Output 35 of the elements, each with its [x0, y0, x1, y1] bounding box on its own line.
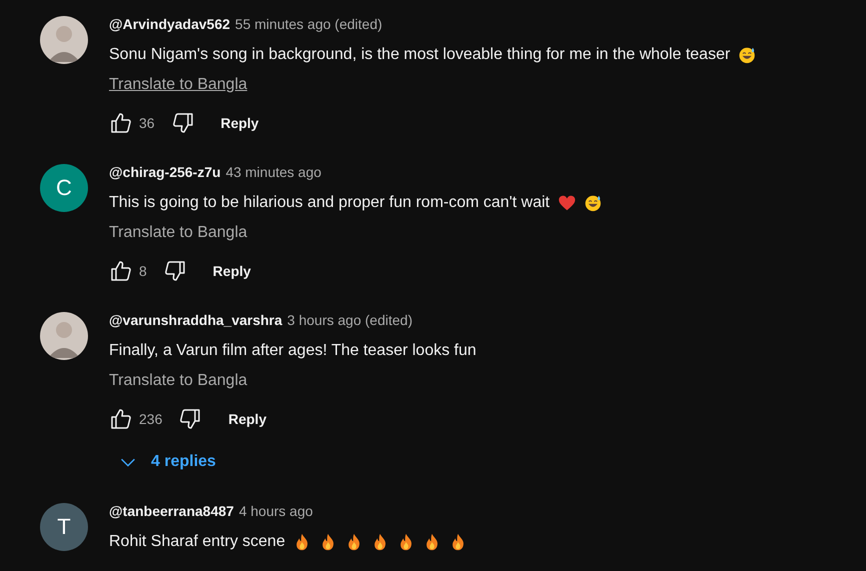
comment-author[interactable]: @chirag-256-z7u [109, 164, 221, 180]
comment-author[interactable]: @Arvindyadav562 [109, 16, 230, 32]
comment-text: Sonu Nigam's song in background, is the most loveable thing for me in the whole teaser [109, 46, 730, 64]
thumbs-down-icon [162, 259, 187, 283]
smiling-face-icon [584, 194, 602, 212]
reply-button[interactable]: Reply [206, 105, 273, 141]
like-button[interactable]: 36 [105, 105, 159, 141]
comment-text: This is going to be hilarious and proper fun rom-com can't wait [109, 194, 550, 212]
avatar-photo-placeholder[interactable] [40, 312, 88, 360]
comment-time[interactable]: 55 minutes ago (edited) [235, 16, 382, 32]
like-button[interactable]: 236 [105, 401, 166, 437]
thumbs-down-icon [170, 111, 195, 135]
thumbs-up-icon [109, 407, 133, 431]
reply-button[interactable]: Reply [198, 253, 265, 289]
view-replies-button[interactable]: 4 replies [113, 442, 220, 482]
translate-link[interactable]: Translate to Bangla [109, 218, 248, 248]
avatar[interactable]: C [40, 164, 88, 212]
like-button[interactable]: 8 [105, 253, 151, 289]
thumbs-up-icon [109, 259, 133, 283]
reply-button[interactable]: Reply [214, 401, 280, 437]
comment-text: Rohit Sharaf entry scene [109, 533, 286, 551]
translate-link[interactable]: Translate to Bangla [109, 366, 248, 396]
thumbs-up-icon [109, 111, 133, 135]
comment-author[interactable]: @varunshraddha_varshra [109, 312, 282, 328]
heart-icon [558, 194, 576, 212]
comment-author[interactable]: @tanbeerrana8487 [109, 503, 234, 519]
comment-time[interactable]: 4 hours ago [238, 503, 313, 519]
translate-link[interactable]: Translate to Bangla [109, 70, 248, 100]
avatar-photo-placeholder[interactable] [40, 16, 88, 64]
smiling-face-icon [738, 46, 756, 64]
thumbs-down-icon [178, 407, 202, 431]
avatar[interactable]: T [40, 503, 88, 551]
comment-time[interactable]: 43 minutes ago [226, 164, 322, 180]
comment-text: Finally, a Varun film after ages! The teaser looks fun [109, 342, 476, 360]
comment-time[interactable]: 3 hours ago (edited) [287, 312, 412, 328]
